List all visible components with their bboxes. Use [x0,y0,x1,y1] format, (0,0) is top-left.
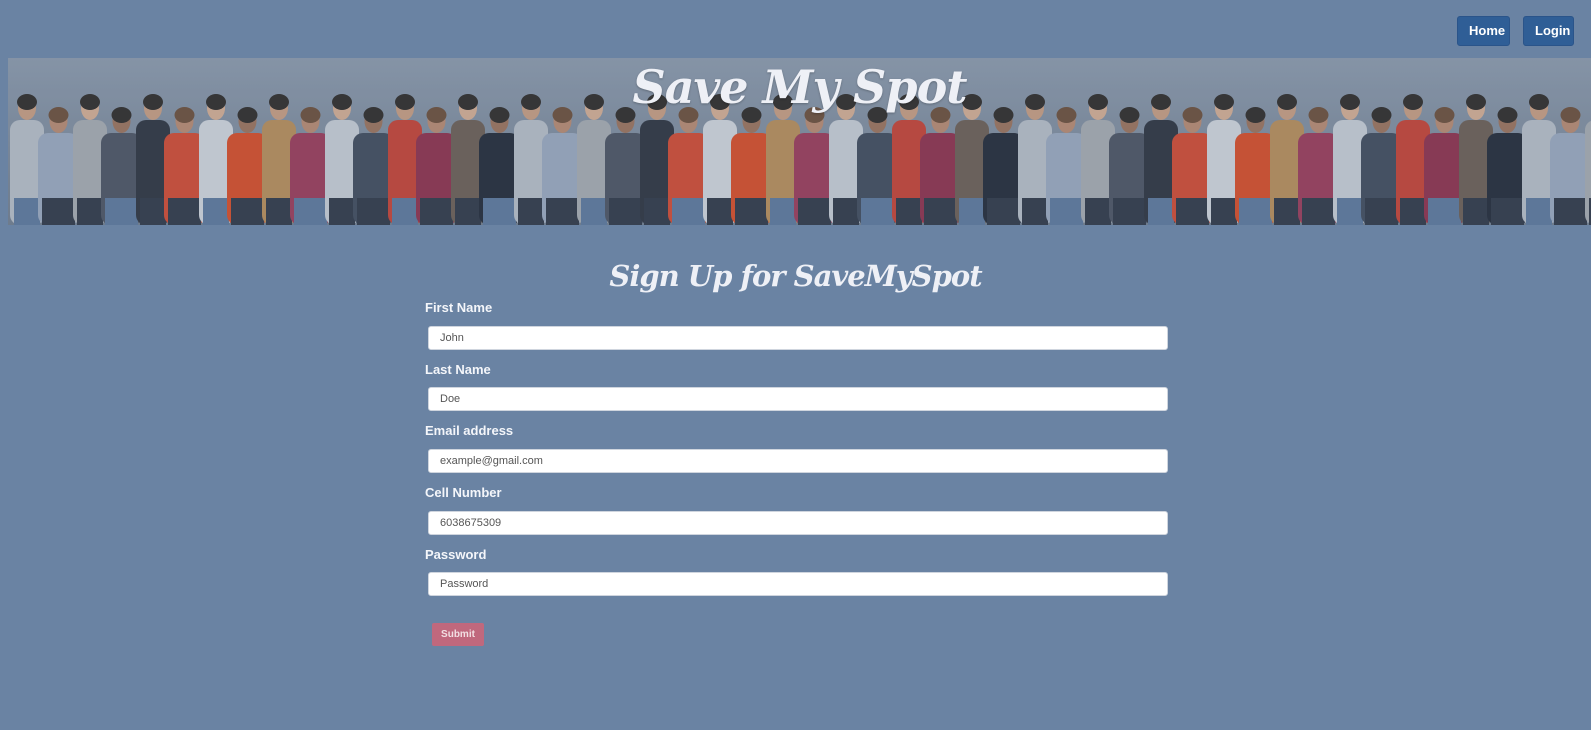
form-title: Sign Up for SaveMySpot [609,259,982,293]
password-input[interactable] [428,572,1168,596]
hero-banner: Save My Spot [8,58,1591,225]
password-label: Password [425,547,487,562]
login-button[interactable]: Login [1523,16,1574,46]
first-name-label: First Name [425,300,493,315]
top-nav: Home Login [0,0,1591,58]
first-name-input[interactable] [428,326,1168,350]
last-name-label: Last Name [425,362,491,377]
submit-button[interactable]: Submit [432,623,484,646]
cell-number-label: Cell Number [425,485,502,500]
cell-number-input[interactable] [428,511,1168,535]
last-name-input[interactable] [428,387,1168,411]
site-title: Save My Spot [632,60,967,114]
email-label: Email address [425,423,514,438]
home-button[interactable]: Home [1457,16,1510,46]
email-input[interactable] [428,449,1168,473]
